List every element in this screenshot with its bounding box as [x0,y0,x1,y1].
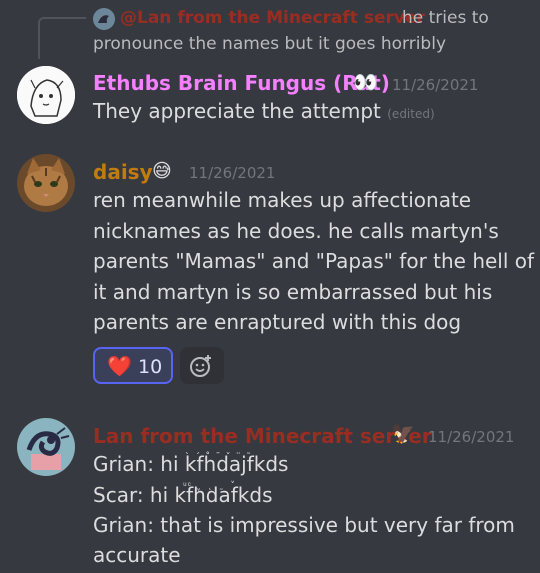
message-line: Scar: hi kfhdafkds [93,483,273,507]
add-reaction-button[interactable] [180,347,224,384]
message-author[interactable]: daisy [93,160,153,184]
reply-connector [38,17,86,59]
reply-text-continued[interactable]: pronounce the names but it goes horribly [93,34,446,54]
message-line: Grian: that is impressive but very far f… [93,513,515,537]
add-emoji-icon [190,355,211,377]
message-line: Grian: hi ˋ ˊ ˚ ˉ ˇ ¨ ˜ kfhdajfkds ͧ ͨ ˬ… [93,449,289,491]
reply-author[interactable]: @Lan from the Minecraft server [120,8,425,28]
message-timestamp[interactable]: 11/26/2021 [189,164,275,182]
reaction-count: 10 [138,356,163,378]
message-author[interactable]: Lan from the Minecraft server [93,424,432,448]
message-line: nicknames as he does. he calls martyn's [93,219,499,243]
avatar-daisy[interactable] [17,154,75,212]
message-timestamp[interactable]: 11/26/2021 [428,428,514,446]
heart-icon: ❤️ [107,354,132,378]
message-line: They appreciate the attempt [93,99,381,123]
emoji-badge-icon: 😅 [152,160,172,182]
message-line: ren meanwhile makes up affectionate [93,188,472,212]
role-badge-icon: 👀 [353,70,378,94]
reply-avatar[interactable] [93,8,115,30]
edited-label: (edited) [387,107,435,121]
message-line: parents are enraptured with this dog [93,310,462,334]
message-content: They appreciate the attempt (edited) [93,96,435,129]
avatar-lan[interactable] [17,418,75,476]
message-author[interactable]: Ethubs Brain Fungus (Rat) [93,71,390,95]
message-line: it and martyn is so embarrassed but his [93,280,493,304]
message-timestamp[interactable]: 11/26/2021 [392,76,478,94]
zalgo-text: ˋ ˊ ˚ ˉ ˇ ¨ ˜ kfhdajfkds ͧ ͨ ˬ ˛ ˷ ˅ [184,452,289,491]
reaction-heart-button[interactable]: ❤️ 10 [93,347,173,384]
message-line-prefix: Grian: hi [93,452,179,476]
avatar-ethubs[interactable] [17,66,75,124]
reply-text[interactable]: he tries to [402,8,489,28]
message-line: accurate [93,543,181,567]
role-badge-icon: 🦅 [391,423,415,445]
message-line: parents "Mamas" and "Papas" for the hell… [93,249,535,273]
